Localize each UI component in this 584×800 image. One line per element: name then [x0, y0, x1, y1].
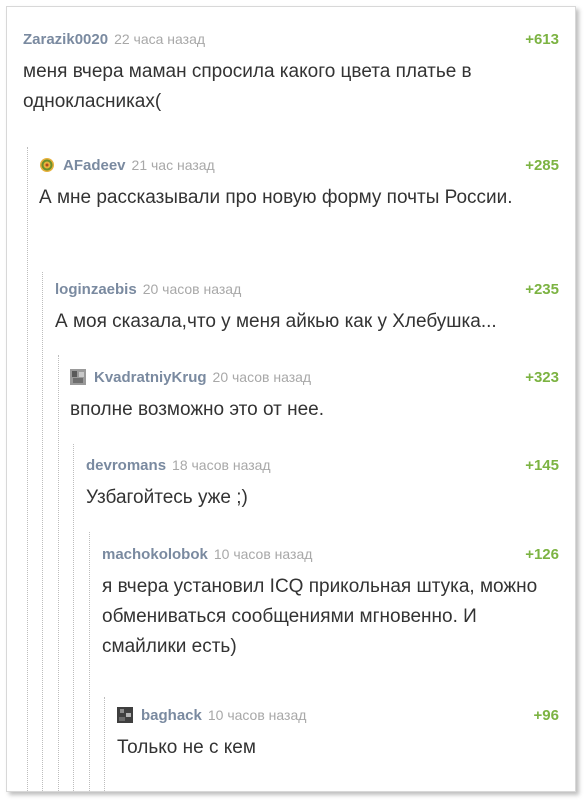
comment-rating: +96	[533, 707, 559, 724]
comment-text: Узбагойтесь уже ;)	[86, 487, 248, 508]
avatar[interactable]	[70, 369, 86, 385]
comment-header: machokolobok 10 часов назад +126	[102, 546, 559, 568]
avatar-pixel-icon	[117, 707, 133, 723]
comment-rating: +613	[525, 31, 559, 48]
comment-header: baghack 10 часов назад +96	[117, 707, 559, 729]
avatar-pixel-icon	[70, 369, 86, 385]
comment-time[interactable]: 10 часов назад	[214, 546, 313, 562]
thread-line[interactable]	[42, 272, 43, 791]
comment-author[interactable]: baghack	[141, 707, 202, 724]
thread-line[interactable]	[27, 147, 28, 791]
comment-time[interactable]: 18 часов назад	[172, 457, 271, 473]
comment-header: loginzaebis 20 часов назад +235	[55, 281, 559, 303]
comment-author[interactable]: devromans	[86, 457, 166, 474]
comment-text: я вчера установил ICQ прикольная штука, …	[102, 576, 538, 657]
comment-author[interactable]: loginzaebis	[55, 281, 137, 298]
comment: AFadeev 21 час назад +285 А мне рассказыв…	[39, 157, 559, 213]
avatar-spiral-icon	[40, 158, 54, 172]
thread-line[interactable]	[73, 444, 74, 791]
comment: KvadratniyKrug 20 часов назад +323 вполне…	[70, 369, 559, 425]
comment-text: А моя сказала,что у меня айкью как у Хле…	[55, 311, 497, 332]
comment-time[interactable]: 22 часа назад	[114, 31, 205, 47]
comment-header: devromans 18 часов назад +145	[86, 457, 559, 479]
comment: machokolobok 10 часов назад +126 я вчера …	[102, 546, 559, 662]
comment-rating: +235	[525, 281, 559, 298]
comment-time[interactable]: 21 час назад	[132, 157, 215, 173]
comment-text: А мне рассказывали про новую форму почты…	[39, 187, 513, 208]
comment-rating: +285	[525, 157, 559, 174]
comment: devromans 18 часов назад +145 Узбагойтесь…	[86, 457, 559, 513]
comment-author[interactable]: machokolobok	[102, 546, 208, 563]
avatar[interactable]	[39, 157, 55, 173]
comment-text: вполне возможно это от нее.	[70, 399, 325, 420]
comment-text: Только не с кем	[117, 737, 256, 758]
comment-author[interactable]: KvadratniyKrug	[94, 369, 207, 386]
comment-time[interactable]: 10 часов назад	[208, 707, 307, 723]
comment-rating: +145	[525, 457, 559, 474]
comment-time[interactable]: 20 часов назад	[213, 369, 312, 385]
thread-line[interactable]	[104, 697, 105, 791]
comment-header: KvadratniyKrug 20 часов назад +323	[70, 369, 559, 391]
thread-line[interactable]	[89, 532, 90, 791]
comment-text: меня вчера маман спросила какого цвета п…	[23, 61, 472, 112]
comment-author[interactable]: Zarazik0020	[23, 31, 108, 48]
comment-rating: +126	[525, 546, 559, 563]
comments-panel: Zarazik0020 22 часа назад +613 меня вчера…	[6, 6, 576, 792]
comment: loginzaebis 20 часов назад +235 А моя ска…	[55, 281, 559, 337]
avatar[interactable]	[117, 707, 133, 723]
comment-author[interactable]: AFadeev	[63, 157, 126, 174]
thread-line[interactable]	[58, 355, 59, 791]
comment-rating: +323	[525, 369, 559, 386]
comment-time[interactable]: 20 часов назад	[143, 281, 242, 297]
comment-header: AFadeev 21 час назад +285	[39, 157, 559, 179]
comment-header: Zarazik0020 22 часа назад +613	[23, 31, 559, 53]
comment: Zarazik0020 22 часа назад +613 меня вчера…	[23, 31, 559, 117]
comment: baghack 10 часов назад +96 Только не с ке…	[117, 707, 559, 763]
